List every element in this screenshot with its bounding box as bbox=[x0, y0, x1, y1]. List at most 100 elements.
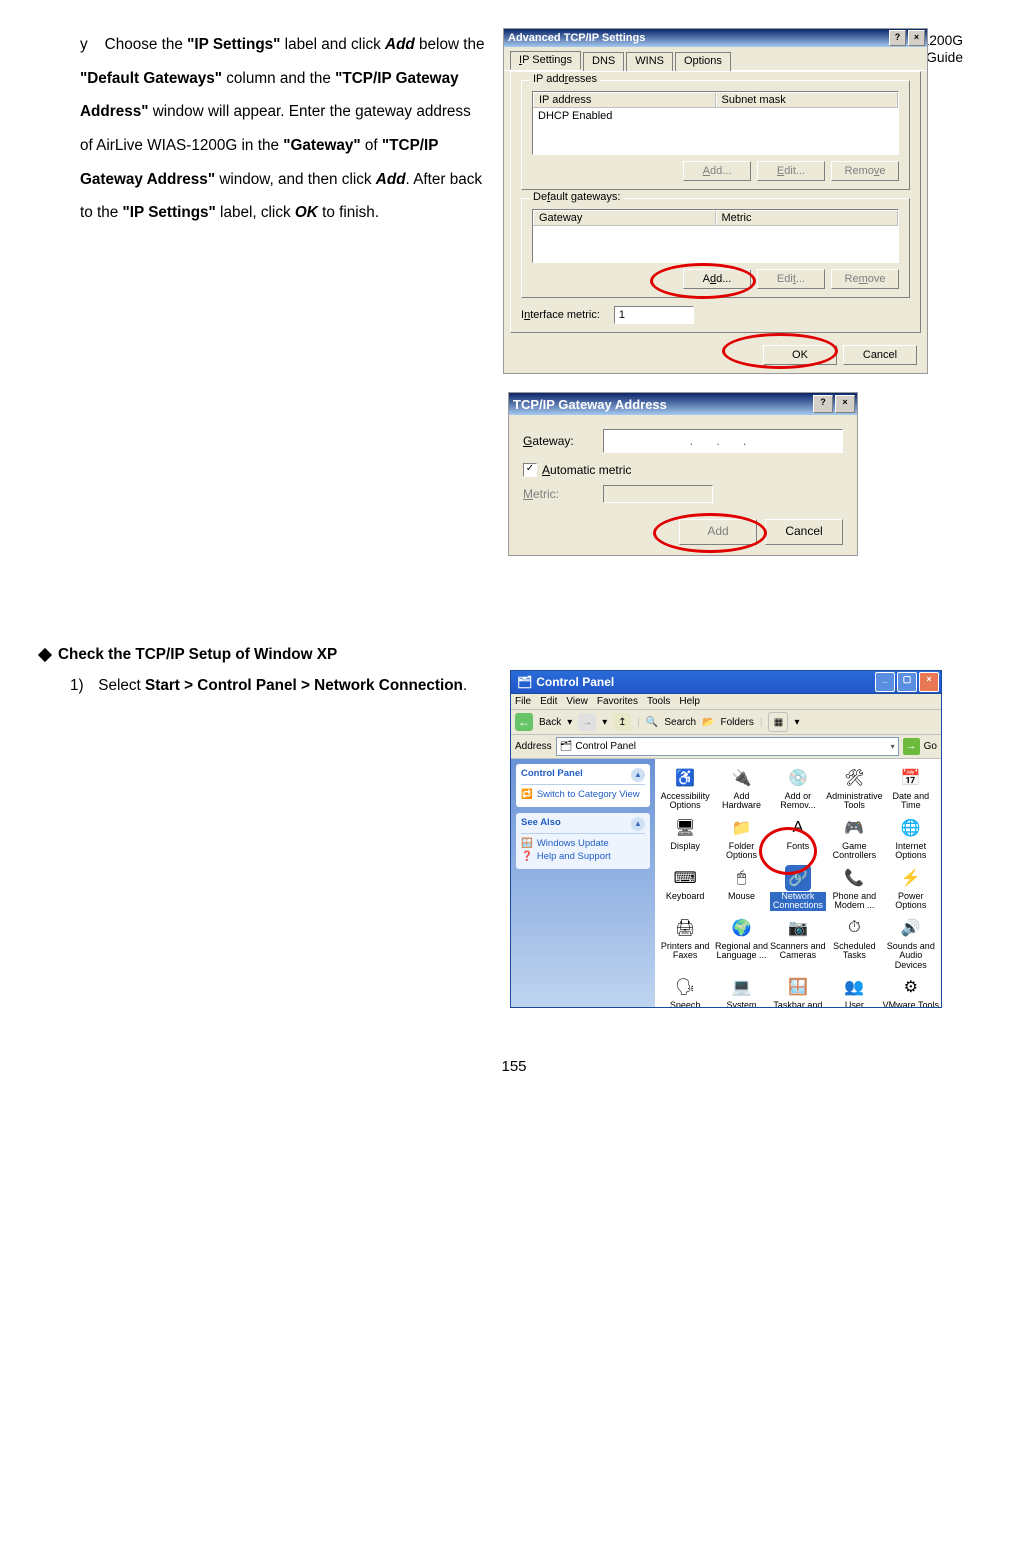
search-button[interactable]: Search bbox=[664, 717, 696, 728]
cp-icon[interactable]: 👥User Accounts bbox=[826, 973, 883, 1007]
gw-remove-button[interactable]: Remove bbox=[831, 269, 899, 289]
go-button[interactable]: → bbox=[903, 738, 920, 755]
cp-icon[interactable]: 🖨Printers and Faxes bbox=[657, 914, 713, 971]
interface-metric-input[interactable] bbox=[614, 306, 694, 324]
ok-button[interactable]: OK bbox=[763, 345, 837, 365]
window-icon: 🗂 bbox=[517, 675, 532, 689]
icon-label: Speech bbox=[670, 1001, 701, 1007]
folders-icon: 📂 bbox=[702, 717, 714, 728]
cp-icon[interactable]: 🖥Display bbox=[657, 814, 713, 862]
cp-icon[interactable]: 🔗Network Connections bbox=[770, 864, 826, 912]
app-icon: 🖥 bbox=[672, 815, 698, 841]
cancel-button[interactable]: Cancel bbox=[765, 519, 843, 545]
auto-metric-label: Automatic metric bbox=[542, 463, 631, 477]
menu-favorites[interactable]: Favorites bbox=[597, 696, 638, 707]
ip-list[interactable]: IP address Subnet mask DHCP Enabled bbox=[532, 91, 899, 155]
cp-icon[interactable]: 🗣Speech bbox=[657, 973, 713, 1007]
app-icon: ⚙ bbox=[898, 974, 924, 1000]
menu-view[interactable]: View bbox=[566, 696, 588, 707]
icon-label: Folder Options bbox=[713, 842, 769, 861]
cp-icon[interactable]: AFonts bbox=[770, 814, 826, 862]
forward-button[interactable]: → bbox=[578, 713, 596, 731]
icon-label: Add Hardware bbox=[713, 792, 769, 811]
cp-icon[interactable]: 🛠Administrative Tools bbox=[826, 764, 883, 812]
cp-icon[interactable]: 🌍Regional and Language ... bbox=[713, 914, 769, 971]
gw-add-button[interactable]: Add... bbox=[683, 269, 751, 289]
menu-tools[interactable]: Tools bbox=[647, 696, 670, 707]
maximize-button[interactable]: ▢ bbox=[897, 672, 917, 692]
cp-icon[interactable]: 💿Add or Remov... bbox=[770, 764, 826, 812]
menu-edit[interactable]: Edit bbox=[540, 696, 557, 707]
chevron-down-icon: ▾ bbox=[891, 742, 895, 751]
cp-icon[interactable]: ⌨Keyboard bbox=[657, 864, 713, 912]
icon-grid: ♿Accessibility Options🔌Add Hardware💿Add … bbox=[655, 759, 941, 1007]
cp-icon[interactable]: 🪟Taskbar and bbox=[770, 973, 826, 1007]
cp-icon[interactable]: 📷Scanners and Cameras bbox=[770, 914, 826, 971]
help-button[interactable]: ? bbox=[813, 395, 833, 413]
collapse-icon[interactable]: ▲ bbox=[631, 768, 645, 782]
close-button[interactable]: × bbox=[835, 395, 855, 413]
ip-edit-button[interactable]: Edit... bbox=[757, 161, 825, 181]
gw-edit-button[interactable]: Edit... bbox=[757, 269, 825, 289]
cp-icon[interactable]: 🔊Sounds and Audio Devices bbox=[883, 914, 939, 971]
cp-icon[interactable]: 🖱Mouse bbox=[713, 864, 769, 912]
collapse-icon[interactable]: ▲ bbox=[631, 817, 645, 831]
address-label: Address bbox=[515, 741, 552, 752]
app-icon: ♿ bbox=[672, 765, 698, 791]
cp-icon[interactable]: ♿Accessibility Options bbox=[657, 764, 713, 812]
cp-icon[interactable]: 🎮Game Controllers bbox=[826, 814, 883, 862]
app-icon: ⌨ bbox=[672, 865, 698, 891]
app-icon: 📞 bbox=[841, 865, 867, 891]
auto-metric-checkbox[interactable]: ✓ bbox=[523, 463, 537, 477]
folders-button[interactable]: Folders bbox=[721, 717, 754, 728]
cp-icon[interactable]: 💻System bbox=[713, 973, 769, 1007]
instruction-text: y Choose the "IP Settings" label and cli… bbox=[70, 28, 485, 556]
tab-wins[interactable]: WINS bbox=[626, 52, 673, 71]
app-icon: 🔊 bbox=[898, 915, 924, 941]
up-button[interactable]: ↥ bbox=[613, 713, 631, 731]
help-button[interactable]: ? bbox=[889, 30, 906, 46]
menu-help[interactable]: Help bbox=[679, 696, 700, 707]
minimize-button[interactable]: _ bbox=[875, 672, 895, 692]
icon-label: Keyboard bbox=[666, 892, 705, 901]
cp-icon[interactable]: ⏱Scheduled Tasks bbox=[826, 914, 883, 971]
gateway-list[interactable]: Gateway Metric bbox=[532, 209, 899, 263]
ip-add-button[interactable]: Add... bbox=[683, 161, 751, 181]
windows-update-link[interactable]: 🪟 Windows Update bbox=[521, 837, 645, 850]
cp-icon[interactable]: ⚡Power Options bbox=[883, 864, 939, 912]
gateway-label: Gateway: bbox=[523, 434, 603, 448]
back-button[interactable]: ← bbox=[515, 713, 533, 731]
cp-icon[interactable]: ⚙VMware Tools bbox=[883, 973, 939, 1007]
address-combo[interactable]: 🗂 Control Panel ▾ bbox=[556, 737, 899, 756]
ip-row-dhcp[interactable]: DHCP Enabled bbox=[533, 108, 898, 124]
menu-file[interactable]: File bbox=[515, 696, 531, 707]
icon-label: Display bbox=[670, 842, 700, 851]
views-button[interactable]: ▦ bbox=[768, 712, 788, 732]
step-text: 1) Select Start > Control Panel > Networ… bbox=[70, 670, 480, 1008]
cp-icon[interactable]: 🌐Internet Options bbox=[883, 814, 939, 862]
gateway-input[interactable]: . . . bbox=[603, 429, 843, 453]
cancel-button[interactable]: Cancel bbox=[843, 345, 917, 365]
side-panel: Control Panel ▲ 🔁 Switch to Category Vie… bbox=[511, 759, 655, 1007]
step-number: 1) bbox=[70, 670, 94, 702]
icon-label: Regional and Language ... bbox=[713, 942, 769, 961]
cp-icon[interactable]: 🔌Add Hardware bbox=[713, 764, 769, 812]
icon-label: Network Connections bbox=[770, 892, 826, 911]
side-title: Control Panel bbox=[521, 768, 583, 782]
icon-label: Scheduled Tasks bbox=[826, 942, 883, 961]
icon-label: Scanners and Cameras bbox=[770, 942, 826, 961]
cp-icon[interactable]: 📅Date and Time bbox=[883, 764, 939, 812]
tab-ip-settings[interactable]: IP Settings bbox=[510, 51, 581, 70]
switch-category-view-link[interactable]: 🔁 Switch to Category View bbox=[521, 788, 645, 801]
add-button[interactable]: Add bbox=[679, 519, 757, 545]
window-title: Advanced TCP/IP Settings bbox=[508, 32, 645, 44]
cp-icon[interactable]: 📁Folder Options bbox=[713, 814, 769, 862]
ip-remove-button[interactable]: Remove bbox=[831, 161, 899, 181]
tab-dns[interactable]: DNS bbox=[583, 52, 624, 71]
tab-options[interactable]: Options bbox=[675, 52, 731, 71]
cp-icon[interactable]: 📞Phone and Modem ... bbox=[826, 864, 883, 912]
close-button[interactable]: × bbox=[908, 30, 925, 46]
close-button[interactable]: × bbox=[919, 672, 939, 692]
app-icon: 🗣 bbox=[672, 974, 698, 1000]
help-support-link[interactable]: ❓ Help and Support bbox=[521, 850, 645, 863]
